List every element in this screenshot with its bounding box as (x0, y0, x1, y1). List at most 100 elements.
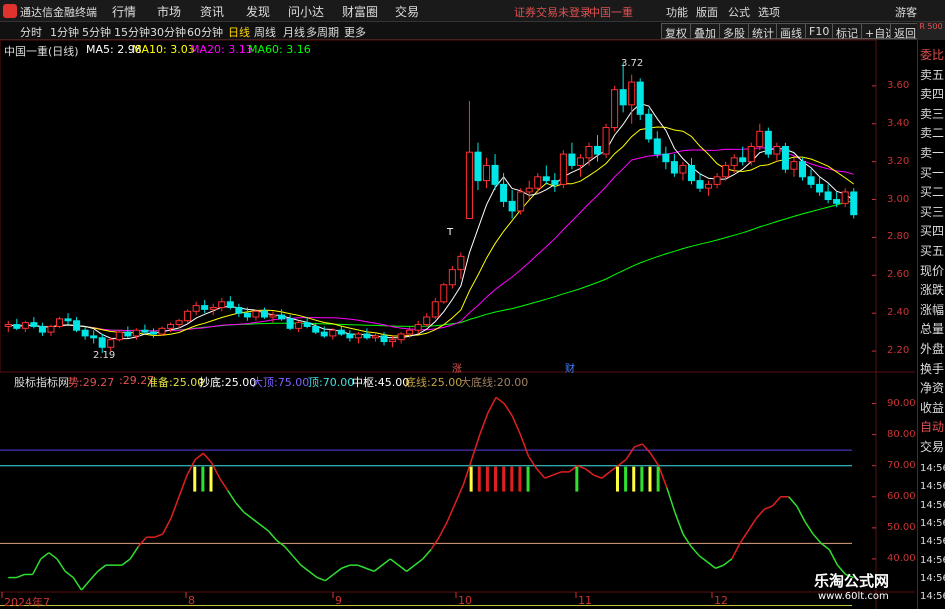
candle-down (260, 310, 268, 318)
candle-down (850, 191, 858, 216)
candle-up (611, 89, 619, 129)
signal-bar (648, 466, 652, 492)
side-panel-label[interactable]: 委比 (920, 46, 945, 63)
candle-down (594, 145, 602, 155)
date-label: 2024年7 (4, 596, 50, 609)
candle-down (38, 325, 46, 333)
candle-up (414, 324, 422, 331)
side-panel-label[interactable]: 换手 (920, 360, 945, 377)
side-panel-label[interactable]: 买四 (920, 222, 945, 239)
candle-down (619, 89, 627, 106)
side-panel-label[interactable]: 卖二 (920, 124, 945, 141)
candle-down (833, 199, 841, 204)
candle-down (816, 183, 824, 193)
side-panel-time: 14:56 (920, 554, 945, 566)
candle-up (602, 127, 610, 155)
candle-down (278, 314, 286, 320)
indicator-line-segment (649, 452, 660, 467)
event-tag-cai[interactable]: 财 (565, 360, 575, 375)
indicator-param: 大底线:20.00 (460, 374, 528, 390)
signal-bar (575, 466, 579, 492)
indicator-line-segment (300, 564, 310, 572)
side-panel-label[interactable]: 卖四 (920, 85, 945, 102)
candle-up (517, 191, 525, 212)
candle-up (218, 301, 226, 308)
signal-bar (201, 466, 205, 492)
indicator-line-segment (812, 533, 822, 544)
signal-bar (193, 466, 197, 492)
date-label: 10 (458, 594, 472, 607)
event-tag-zhang[interactable]: 涨 (452, 360, 462, 375)
indicator-line-segment (414, 558, 424, 566)
indicator-param-value: 75.00 (277, 376, 310, 389)
side-panel-label[interactable]: 买五 (920, 242, 945, 259)
candle-down (491, 164, 499, 185)
candle-down (337, 329, 345, 335)
side-panel-label[interactable]: 卖五 (920, 66, 945, 83)
candle-down (781, 145, 789, 170)
side-panel-label[interactable]: 卖三 (920, 105, 945, 122)
indicator-line-segment (698, 555, 708, 563)
side-panel-label[interactable]: 总量 (920, 320, 945, 337)
candle-down (687, 164, 695, 182)
candle-up (184, 310, 192, 322)
candle-down (363, 333, 371, 339)
indicator-line-segment (406, 564, 416, 572)
candle-down (30, 322, 38, 327)
chart-canvas[interactable] (0, 0, 915, 609)
side-panel-label[interactable]: 净资 (920, 379, 945, 396)
side-panel-label[interactable]: 涨跌 (920, 281, 945, 298)
side-panel-label[interactable]: 交易 (920, 438, 945, 455)
signal-bar (477, 466, 481, 492)
indicator-line-segment (828, 549, 839, 566)
ma-name: MA20 (190, 43, 222, 56)
indicator-axis-label: 80.00 (887, 428, 916, 440)
indicator-name[interactable]: 股标指标网 (14, 374, 69, 390)
kline-header: 中国一重(日线) MA5: 2.98 MA10: 3.03 MA20: 3.13 MA6… (4, 43, 874, 58)
candle-up (389, 339, 397, 343)
candle-down (653, 138, 661, 155)
indicator-line-segment (219, 477, 229, 491)
candle-down (81, 329, 89, 337)
candle-down (98, 337, 106, 348)
candle-up (175, 320, 183, 326)
candle-up (354, 333, 362, 339)
side-panel-label[interactable]: 收益 (920, 399, 945, 416)
side-panel-label[interactable]: 自动 (920, 418, 945, 435)
candle-down (141, 329, 149, 333)
side-panel-label[interactable]: 外盘 (920, 340, 945, 357)
indicator-line-segment (454, 484, 465, 504)
indicator-axis-label: 60.00 (887, 490, 916, 502)
candle-down (824, 191, 832, 201)
candle-down (380, 335, 388, 343)
side-panel-label[interactable]: 现价 (920, 262, 945, 279)
indicator-header: 股标指标网 势:29.27:29.27 准备:25.00 抄底:25.00 大顶:75.… (4, 374, 874, 390)
watermark-url: www.60lt.com (818, 591, 889, 602)
candle-up (576, 157, 584, 166)
candle-down (346, 333, 354, 339)
candle-down (662, 153, 670, 163)
indicator-line-segment (365, 567, 375, 573)
candle-up (747, 145, 755, 163)
indicator-param-label: 抄底: (199, 376, 225, 389)
candle-down (551, 180, 559, 185)
side-panel-label[interactable]: 买二 (920, 183, 945, 200)
side-panel-label[interactable]: 买三 (920, 203, 945, 220)
indicator-param-value: 25.00 (430, 376, 463, 389)
candle-down (201, 305, 209, 310)
indicator-line-segment (259, 524, 269, 532)
indicator-line-segment (511, 415, 522, 435)
candle-up (534, 176, 542, 189)
candle-up (713, 176, 721, 185)
indicator-line-segment (72, 577, 83, 591)
candle-up (55, 318, 64, 327)
signal-bar (640, 466, 644, 492)
indicator-axis-label: 50.00 (887, 521, 916, 533)
side-panel-label[interactable]: 涨幅 (920, 301, 945, 318)
ma-value: MA10: 3.03 (132, 43, 195, 56)
indicator-line-segment (633, 443, 643, 448)
t-marker: T (447, 227, 454, 238)
side-panel-label[interactable]: 买一 (920, 164, 945, 181)
indicator-line-segment (389, 558, 399, 566)
side-panel-label[interactable]: 卖一 (920, 144, 945, 161)
